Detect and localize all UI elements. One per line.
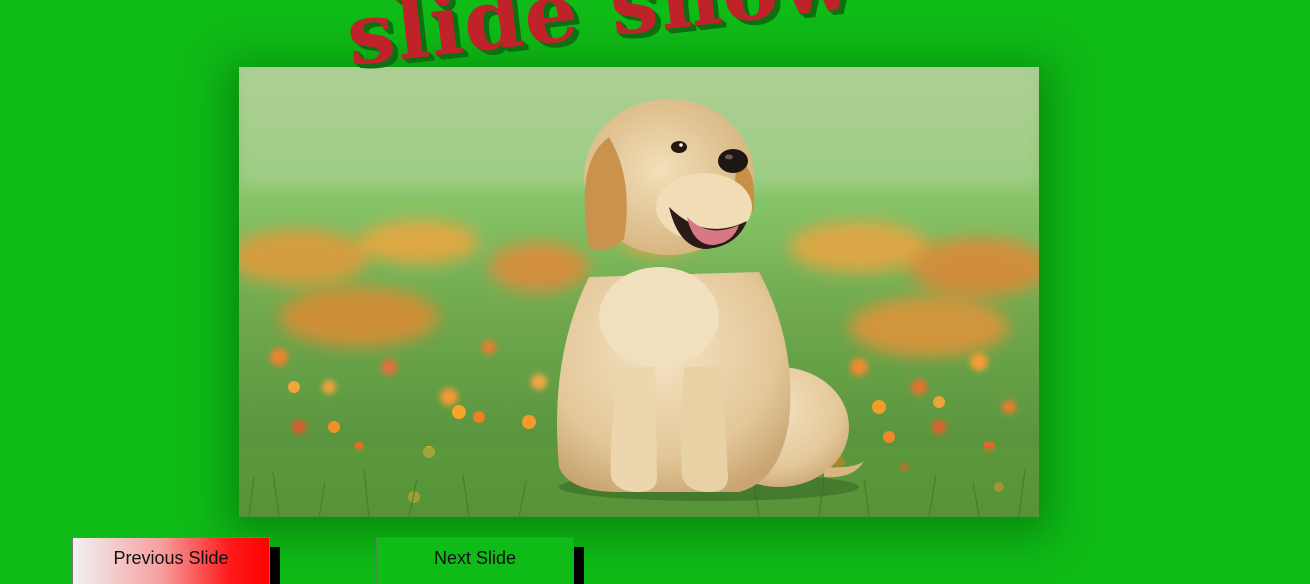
slide-image: [239, 67, 1039, 517]
previous-slide-button[interactable]: Previous Slide: [72, 537, 270, 584]
next-slide-button[interactable]: Next Slide: [376, 537, 574, 584]
slideshow-page: slide show Previous Slide Next Slide: [0, 0, 1310, 584]
slide-frame: [239, 67, 1039, 517]
